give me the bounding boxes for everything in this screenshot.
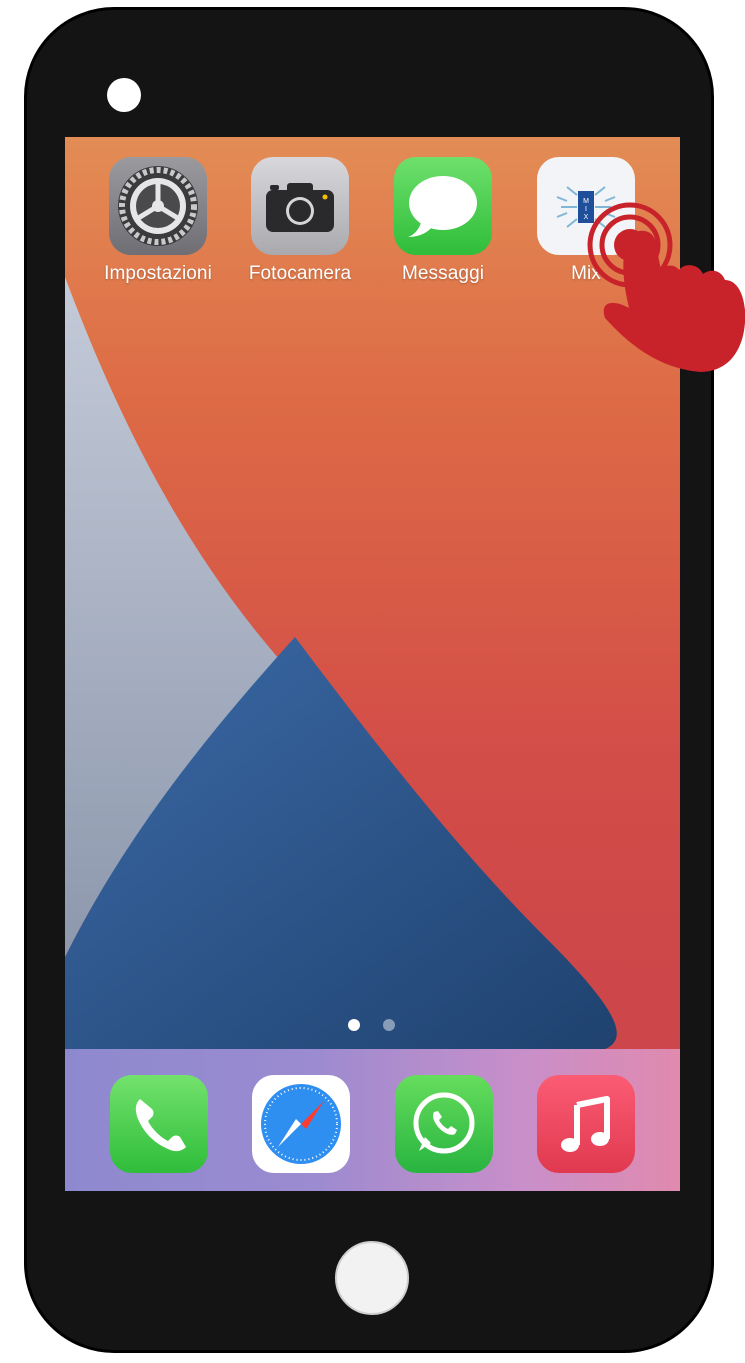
front-camera <box>107 78 141 112</box>
tap-hand-icon <box>587 202 745 372</box>
messages-bubble-icon <box>394 157 492 255</box>
phone-icon[interactable] <box>110 1075 208 1173</box>
app-label: Impostazioni <box>104 263 212 284</box>
page-dot <box>383 1019 395 1031</box>
dock <box>65 1049 680 1191</box>
whatsapp-icon[interactable] <box>395 1075 493 1173</box>
page-dot-active <box>348 1019 360 1031</box>
camera-icon <box>251 157 349 255</box>
home-button[interactable] <box>335 1241 409 1315</box>
app-impostazioni[interactable]: Impostazioni <box>93 157 223 285</box>
music-note-icon[interactable] <box>537 1075 635 1173</box>
settings-gear-icon <box>109 157 207 255</box>
app-label: Messaggi <box>401 263 485 284</box>
app-messaggi[interactable]: Messaggi <box>378 157 508 285</box>
app-label: Fotocamera <box>248 263 352 284</box>
app-fotocamera[interactable]: Fotocamera <box>235 157 365 285</box>
safari-compass-icon[interactable] <box>252 1075 350 1173</box>
